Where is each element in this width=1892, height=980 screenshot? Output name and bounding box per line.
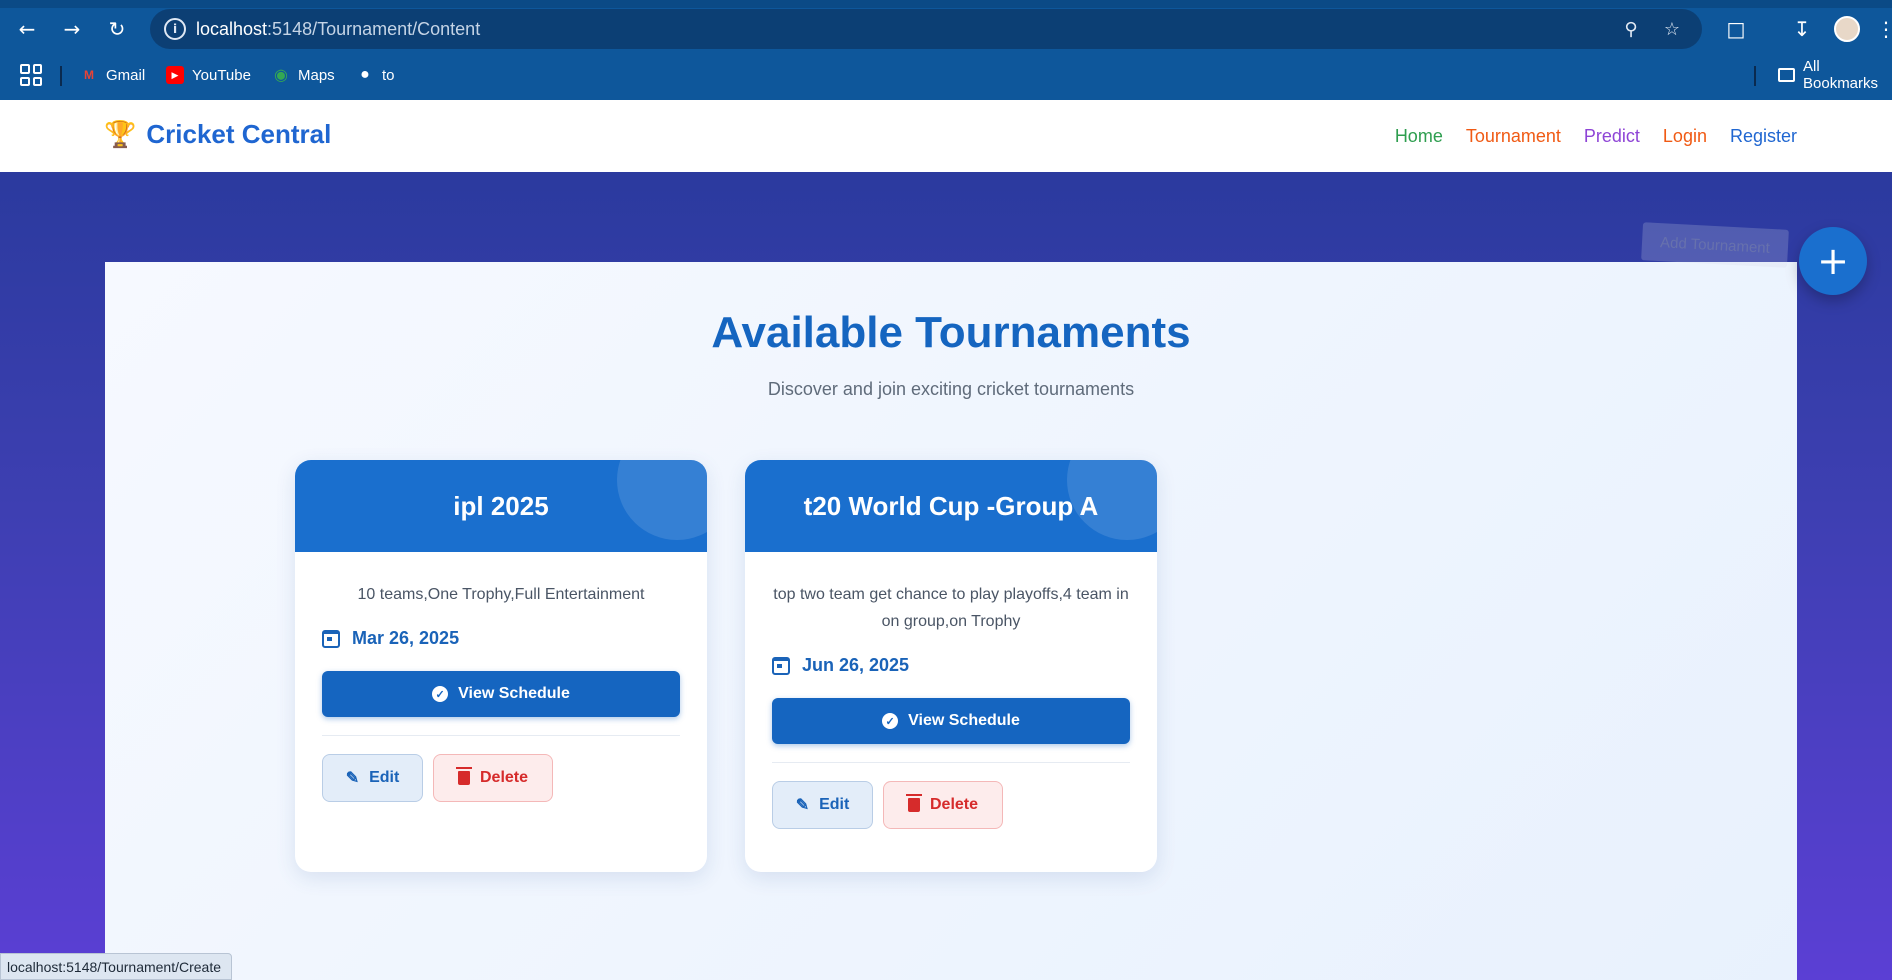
tournament-name: t20 World Cup -Group A bbox=[803, 490, 1099, 521]
trash-icon bbox=[905, 794, 922, 812]
bookmark-youtube[interactable]: ▶ YouTube bbox=[166, 62, 251, 88]
nav-tournament[interactable]: Tournament bbox=[1466, 126, 1561, 147]
nav-register[interactable]: Register bbox=[1730, 126, 1797, 147]
pencil-icon: ✎ bbox=[795, 797, 810, 814]
date-text: Mar 26, 2025 bbox=[352, 628, 460, 648]
bookmark-label: Gmail bbox=[106, 66, 146, 84]
status-bar-url: localhost:5148/Tournament/Create bbox=[0, 953, 233, 980]
delete-button[interactable]: Delete bbox=[433, 754, 553, 802]
reload-icon[interactable]: ↻ bbox=[101, 13, 133, 45]
tournament-name: ipl 2025 bbox=[453, 490, 549, 521]
tournament-card: ipl 2025 10 teams,One Trophy,Full Entert… bbox=[295, 460, 707, 872]
view-schedule-label: View Schedule bbox=[908, 712, 1020, 729]
check-circle-icon: ✓ bbox=[882, 713, 899, 729]
nav-login[interactable]: Login bbox=[1663, 126, 1707, 147]
youtube-icon: ▶ bbox=[166, 66, 184, 84]
all-bookmarks[interactable]: All Bookmarks bbox=[1778, 58, 1892, 92]
trash-icon bbox=[455, 767, 472, 785]
bookmarks-divider bbox=[1754, 66, 1756, 86]
view-schedule-button[interactable]: ✓ View Schedule bbox=[772, 698, 1130, 744]
page-title: Available Tournaments bbox=[711, 308, 1191, 357]
bookmark-gmail[interactable]: M Gmail bbox=[80, 62, 145, 88]
nav-predict[interactable]: Predict bbox=[1584, 126, 1640, 147]
pencil-icon: ✎ bbox=[345, 770, 360, 787]
apps-grid-icon[interactable] bbox=[20, 64, 42, 86]
folder-icon bbox=[1778, 68, 1795, 82]
edit-label: Edit bbox=[369, 769, 400, 786]
page-body: 🏆 Cricket Central Home Tournament Predic… bbox=[0, 100, 1892, 980]
nav-home[interactable]: Home bbox=[1395, 126, 1443, 147]
calendar-icon bbox=[772, 656, 790, 675]
card-actions: ✎ Edit Delete bbox=[295, 736, 707, 802]
add-tournament-tooltip: Add Tournament bbox=[1641, 222, 1789, 268]
star-icon[interactable]: ☆ bbox=[1660, 17, 1684, 41]
brand[interactable]: 🏆 Cricket Central bbox=[104, 119, 331, 150]
tournament-date: Jun 26, 2025 bbox=[745, 635, 1157, 676]
all-bookmarks-label: All Bookmarks bbox=[1803, 58, 1879, 92]
delete-label: Delete bbox=[929, 796, 979, 813]
tournament-date: Mar 26, 2025 bbox=[295, 608, 707, 649]
tournament-card: t20 World Cup -Group A top two team get … bbox=[745, 460, 1157, 872]
site-header: 🏆 Cricket Central Home Tournament Predic… bbox=[0, 100, 1892, 172]
bookmark-maps[interactable]: ◉ Maps bbox=[272, 62, 335, 88]
tournaments-panel: Available Tournaments Discover and join … bbox=[105, 262, 1797, 980]
download-icon[interactable]: ↧ bbox=[1786, 13, 1818, 45]
delete-label: Delete bbox=[479, 769, 529, 786]
trophy-icon: 🏆 bbox=[104, 119, 137, 150]
site-info-icon[interactable]: i bbox=[164, 18, 186, 40]
maps-icon: ◉ bbox=[274, 67, 288, 84]
browser-toolbar: ← → ↻ i localhost:5148/Tournament/Conten… bbox=[0, 0, 1892, 100]
main-nav: Home Tournament Predict Login Register bbox=[1395, 126, 1797, 147]
profile-avatar[interactable] bbox=[1834, 16, 1860, 42]
bookmark-label: YouTube bbox=[192, 66, 251, 84]
url-path: :5148/Tournament/Content bbox=[267, 19, 481, 39]
bookmark-label: Maps bbox=[298, 66, 335, 84]
brand-name: Cricket Central bbox=[146, 119, 332, 149]
menu-icon[interactable]: ⋮ bbox=[1870, 13, 1892, 45]
edit-button[interactable]: ✎ Edit bbox=[322, 754, 423, 802]
edit-button[interactable]: ✎ Edit bbox=[772, 781, 873, 829]
header-decoration bbox=[617, 460, 707, 540]
date-text: Jun 26, 2025 bbox=[802, 655, 910, 675]
back-icon[interactable]: ← bbox=[11, 13, 43, 45]
card-header: t20 World Cup -Group A bbox=[745, 460, 1157, 552]
bookmark-label: to bbox=[382, 66, 395, 84]
forward-icon[interactable]: → bbox=[56, 13, 88, 45]
tournament-description: 10 teams,One Trophy,Full Entertainment bbox=[357, 586, 645, 603]
url-host: localhost bbox=[196, 19, 268, 39]
address-bar[interactable]: i localhost:5148/Tournament/Content ⚲ ☆ bbox=[150, 9, 1702, 49]
bookmarks-divider bbox=[60, 66, 62, 86]
gmail-icon: M bbox=[84, 68, 94, 82]
bookmarks-bar: M Gmail ▶ YouTube ◉ Maps ● to All Bookma… bbox=[0, 58, 1892, 92]
calendar-icon bbox=[322, 629, 340, 648]
view-schedule-button[interactable]: ✓ View Schedule bbox=[322, 671, 680, 717]
edit-label: Edit bbox=[819, 796, 850, 813]
card-actions: ✎ Edit Delete bbox=[745, 763, 1157, 829]
delete-button[interactable]: Delete bbox=[883, 781, 1003, 829]
tab-strip bbox=[0, 0, 1892, 8]
zoom-icon[interactable]: ⚲ bbox=[1619, 17, 1643, 41]
tournament-description: top two team get chance to play playoffs… bbox=[773, 586, 1129, 630]
add-tournament-button[interactable]: + bbox=[1799, 227, 1867, 295]
page-subtitle: Discover and join exciting cricket tourn… bbox=[767, 379, 1135, 399]
bookmark-to[interactable]: ● to bbox=[356, 62, 395, 88]
check-circle-icon: ✓ bbox=[432, 686, 449, 702]
url-text[interactable]: localhost:5148/Tournament/Content bbox=[196, 19, 480, 40]
card-header: ipl 2025 bbox=[295, 460, 707, 552]
extensions-icon[interactable]: □ bbox=[1720, 13, 1752, 45]
view-schedule-label: View Schedule bbox=[458, 685, 570, 702]
globe-icon: ● bbox=[360, 66, 370, 83]
